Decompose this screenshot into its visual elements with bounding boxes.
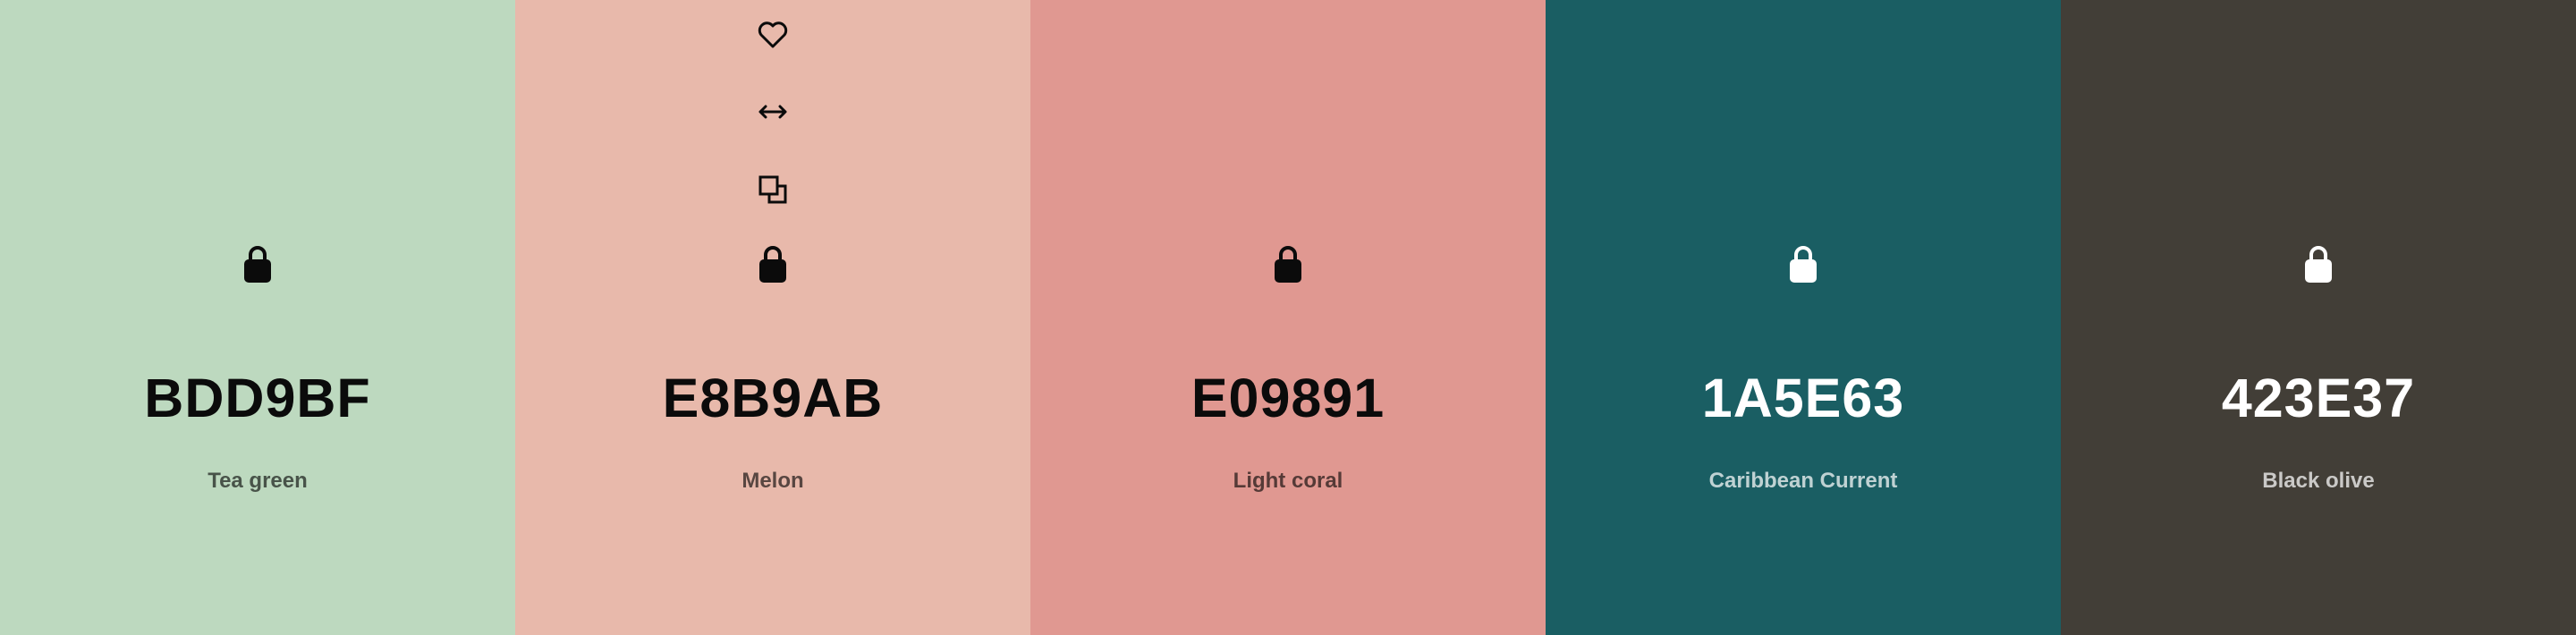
color-palette: BDD9BF Tea green E8B9AB Melon E09891 Lig… [0,0,2576,635]
lock-icon[interactable] [1785,243,1821,284]
hex-code[interactable]: E8B9AB [515,367,1030,429]
color-name[interactable]: Black olive [2061,467,2576,495]
swatch-light-coral[interactable]: E09891 Light coral [1030,0,1546,635]
lock-icon[interactable] [1270,243,1306,284]
color-name[interactable]: Tea green [0,467,515,495]
color-name[interactable]: Light coral [1030,467,1546,495]
lock-icon[interactable] [240,243,275,284]
color-name[interactable]: Melon [515,467,1030,495]
hex-code[interactable]: BDD9BF [0,367,515,429]
swatch-toolbar [751,13,794,246]
swatch-caribbean-current[interactable]: 1A5E63 Caribbean Current [1546,0,2061,635]
heart-icon[interactable] [751,13,794,55]
swatch-tea-green[interactable]: BDD9BF Tea green [0,0,515,635]
swatch-black-olive[interactable]: 423E37 Black olive [2061,0,2576,635]
lock-icon[interactable] [755,243,791,284]
swatch-melon[interactable]: E8B9AB Melon [515,0,1030,635]
lock-icon[interactable] [2301,243,2336,284]
hex-code[interactable]: 423E37 [2061,367,2576,429]
drag-horizontal-icon[interactable] [751,90,794,133]
color-name[interactable]: Caribbean Current [1546,467,2061,495]
copy-icon[interactable] [751,168,794,211]
hex-code[interactable]: 1A5E63 [1546,367,2061,429]
hex-code[interactable]: E09891 [1030,367,1546,429]
